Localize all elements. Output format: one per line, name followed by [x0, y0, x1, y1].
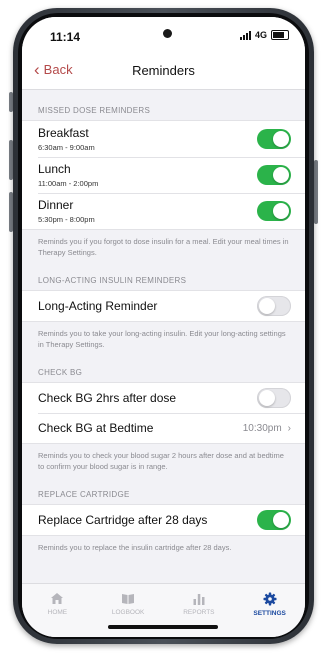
tab-settings-label: SETTINGS — [253, 610, 286, 617]
gear-icon — [263, 592, 277, 606]
replace-cartridge-label: Replace Cartridge after 28 days — [38, 513, 208, 527]
toggle-knob — [273, 512, 289, 528]
tab-home-label: HOME — [47, 609, 68, 616]
tab-logbook[interactable]: LOGBOOK — [93, 584, 164, 637]
long-acting-footnote: Reminds you to take your long-acting ins… — [38, 329, 286, 349]
tab-reports[interactable]: REPORTS — [164, 584, 235, 637]
check-bg-bedtime-row[interactable]: Check BG at Bedtime 10:30pm › — [22, 413, 305, 443]
tab-home[interactable]: HOME — [22, 584, 93, 637]
lunch-toggle[interactable] — [257, 165, 291, 185]
home-icon — [51, 593, 64, 604]
check-bg-after-dose-label: Check BG 2hrs after dose — [38, 391, 177, 405]
front-camera — [163, 29, 172, 38]
battery-icon — [271, 30, 289, 40]
long-acting-row: Long-Acting Reminder — [22, 291, 305, 321]
toggle-knob — [273, 131, 289, 147]
tab-settings[interactable]: SETTINGS — [234, 584, 305, 637]
dinner-time: 5:30pm - 8:00pm — [38, 215, 95, 224]
replace-cartridge-toggle[interactable] — [257, 510, 291, 530]
chevron-right-icon: › — [287, 422, 291, 434]
section-header-replace-cartridge: REPLACE CARTRIDGE — [38, 490, 130, 499]
section-header-long-acting: LONG-ACTING INSULIN REMINDERS — [38, 276, 187, 285]
check-bg-after-dose-toggle[interactable] — [257, 388, 291, 408]
phone-screen: 11:14 4G ‹ Back Reminders MISSED DOSE RE… — [22, 17, 305, 637]
toggle-knob — [259, 298, 275, 314]
section-header-missed-dose: MISSED DOSE REMINDERS — [38, 106, 151, 115]
replace-cartridge-row: Replace Cartridge after 28 days — [22, 505, 305, 535]
dinner-toggle[interactable] — [257, 201, 291, 221]
toggle-knob — [273, 167, 289, 183]
bedtime-value: 10:30pm › — [243, 423, 291, 434]
check-bg-footnote: Reminds you to check your blood sugar 2 … — [38, 451, 284, 471]
check-bg-group: Check BG 2hrs after dose Check BG at Bed… — [22, 382, 305, 444]
dinner-reminder-row: Dinner 5:30pm - 8:00pm — [22, 193, 305, 229]
check-bg-after-dose-row: Check BG 2hrs after dose — [22, 383, 305, 413]
network-label: 4G — [254, 30, 267, 40]
toggle-knob — [273, 203, 289, 219]
signal-icon — [239, 30, 251, 40]
page-title: Reminders — [132, 63, 195, 78]
breakfast-toggle[interactable] — [257, 129, 291, 149]
missed-dose-footnote: Reminds you if you forgot to dose insuli… — [38, 237, 289, 257]
power-button — [314, 160, 318, 224]
missed-dose-group: Breakfast 6:30am - 9:00am Lunch 11:00am … — [22, 120, 305, 230]
lunch-reminder-row: Lunch 11:00am - 2:00pm — [22, 157, 305, 193]
status-bar: 11:14 4G — [22, 17, 305, 51]
tab-logbook-label: LOGBOOK — [111, 609, 145, 616]
long-acting-toggle[interactable] — [257, 296, 291, 316]
book-icon — [122, 594, 135, 604]
breakfast-time: 6:30am - 9:00am — [38, 143, 95, 152]
dinner-label: Dinner — [38, 198, 74, 212]
breakfast-reminder-row: Breakfast 6:30am - 9:00am — [22, 121, 305, 157]
long-acting-label: Long-Acting Reminder — [38, 299, 158, 313]
replace-cartridge-group: Replace Cartridge after 28 days — [22, 504, 305, 536]
bedtime-time: 10:30pm — [242, 422, 282, 434]
lunch-label: Lunch — [38, 162, 71, 176]
status-indicators: 4G — [239, 30, 289, 40]
tab-reports-label: REPORTS — [183, 609, 215, 616]
home-indicator — [108, 625, 218, 629]
lunch-time: 11:00am - 2:00pm — [38, 179, 99, 188]
status-time: 11:14 — [50, 30, 81, 44]
breakfast-label: Breakfast — [38, 126, 89, 140]
check-bg-bedtime-label: Check BG at Bedtime — [38, 421, 154, 435]
toggle-knob — [259, 390, 275, 406]
replace-cartridge-footnote: Reminds you to replace the insulin cartr… — [38, 543, 232, 552]
long-acting-group: Long-Acting Reminder — [22, 290, 305, 322]
section-header-check-bg: CHECK BG — [38, 368, 83, 377]
navigation-bar: ‹ Back Reminders — [22, 51, 305, 90]
bar-chart-icon — [193, 594, 205, 605]
